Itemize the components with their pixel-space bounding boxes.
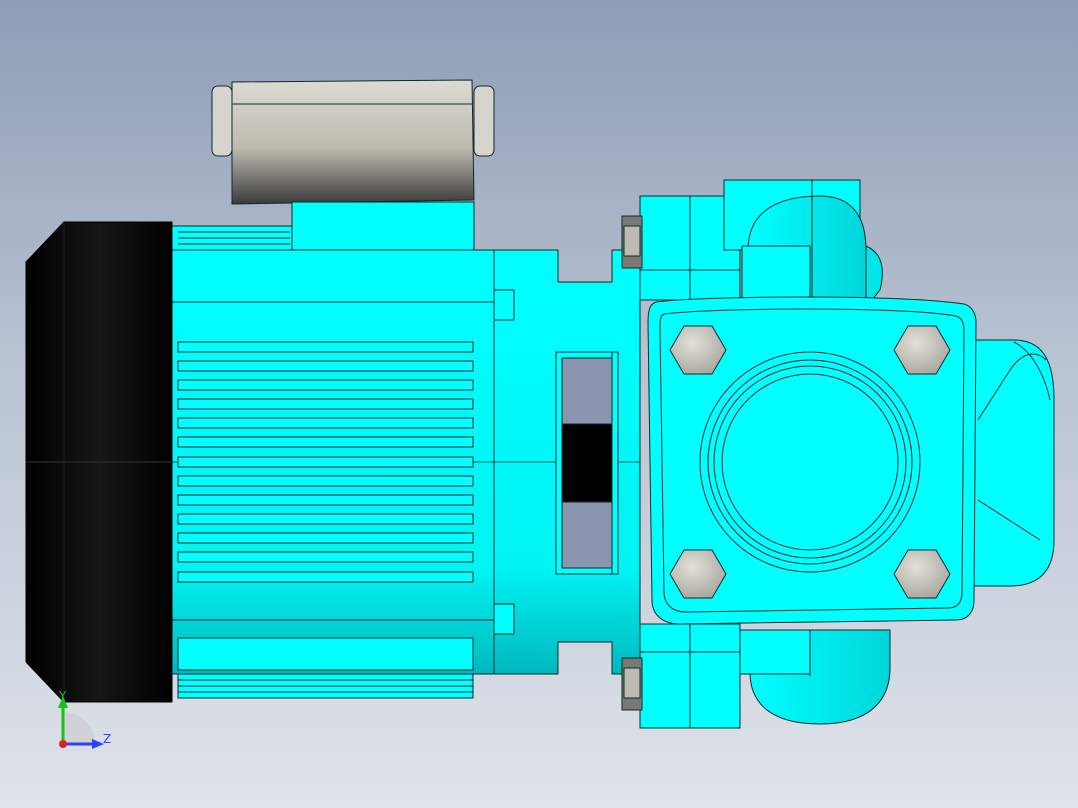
motor-body (171, 225, 495, 699)
adapter-bracket (493, 249, 641, 675)
y-axis-label: Y (58, 689, 67, 703)
capacitor-end-right (473, 85, 495, 157)
coupling-shaft (561, 423, 613, 503)
cad-viewport[interactable]: Y Z (0, 0, 1078, 808)
z-axis-label: Z (103, 732, 111, 746)
capacitor-end-left (211, 85, 233, 157)
fan-cover (25, 221, 173, 703)
origin-icon (59, 740, 67, 748)
capacitor (211, 79, 495, 205)
pump-model: Y Z (25, 79, 1055, 749)
